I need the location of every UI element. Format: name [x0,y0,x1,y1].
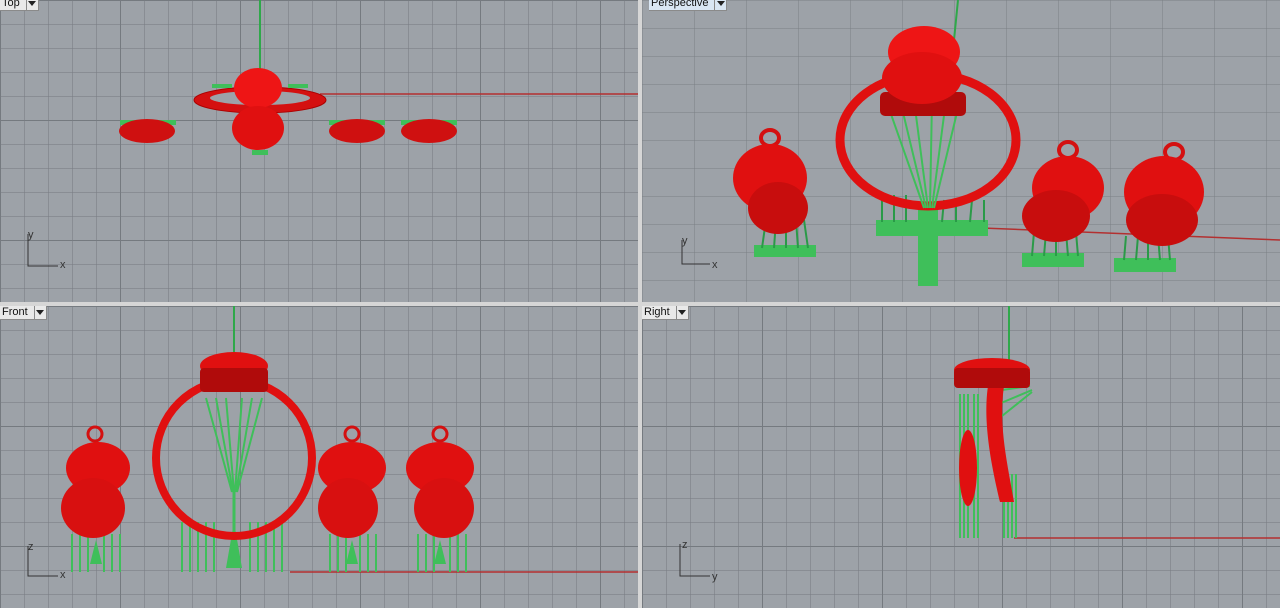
viewport-front[interactable]: Front z x [0,306,638,608]
chevron-down-icon[interactable] [675,306,688,319]
viewport-tab-right[interactable]: Right [642,306,689,320]
axis-icon: z y [674,536,734,586]
svg-text:z: z [682,539,688,551]
viewport-label: Perspective [651,0,709,9]
perspective-scene [733,0,1280,286]
top-scene [119,0,638,155]
svg-text:x: x [60,569,66,581]
earring-persp-1 [733,128,816,257]
earring-persp-2 [1022,140,1104,267]
viewport-right[interactable]: Right z y [642,306,1280,608]
front-scene [61,306,638,573]
svg-text:y: y [682,235,688,247]
viewport-label: Top [2,0,20,9]
svg-text:x: x [712,259,718,271]
support [252,150,268,155]
viewport-top[interactable]: Top y x [0,0,638,302]
axis-icon: y x [674,232,734,282]
stone-top [232,106,284,150]
ring-front [152,352,316,572]
earring-persp-3 [1114,142,1204,272]
stone-top [234,68,282,108]
chevron-down-icon[interactable] [714,0,727,10]
earring-front-2 [318,425,386,572]
viewport-perspective[interactable]: Perspective y x [642,0,1280,302]
earring-top-2 [329,119,385,143]
earring-top-3 [401,119,457,143]
viewport-splitter-horizontal[interactable] [0,302,1280,306]
model-right [954,358,1033,538]
svg-text:x: x [60,259,66,271]
viewport-label: Right [644,306,670,318]
chevron-down-icon[interactable] [25,0,38,10]
svg-text:z: z [28,541,34,553]
viewport-tab-front[interactable]: Front [0,306,47,320]
svg-text:y: y [28,229,34,241]
earring-top-1 [119,119,176,143]
support [288,84,308,88]
axis-icon: z x [22,538,82,588]
viewport-label: Front [2,306,28,318]
support [212,84,232,88]
viewport-tab-top[interactable]: Top [0,0,39,11]
right-scene [954,306,1280,539]
ring-persp [835,26,1021,286]
chevron-down-icon[interactable] [33,306,46,319]
earring-front-3 [406,425,474,572]
svg-text:y: y [712,571,718,583]
y-axis-line [953,0,959,41]
axis-icon: y x [22,226,82,276]
viewport-tab-perspective[interactable]: Perspective [649,0,728,11]
